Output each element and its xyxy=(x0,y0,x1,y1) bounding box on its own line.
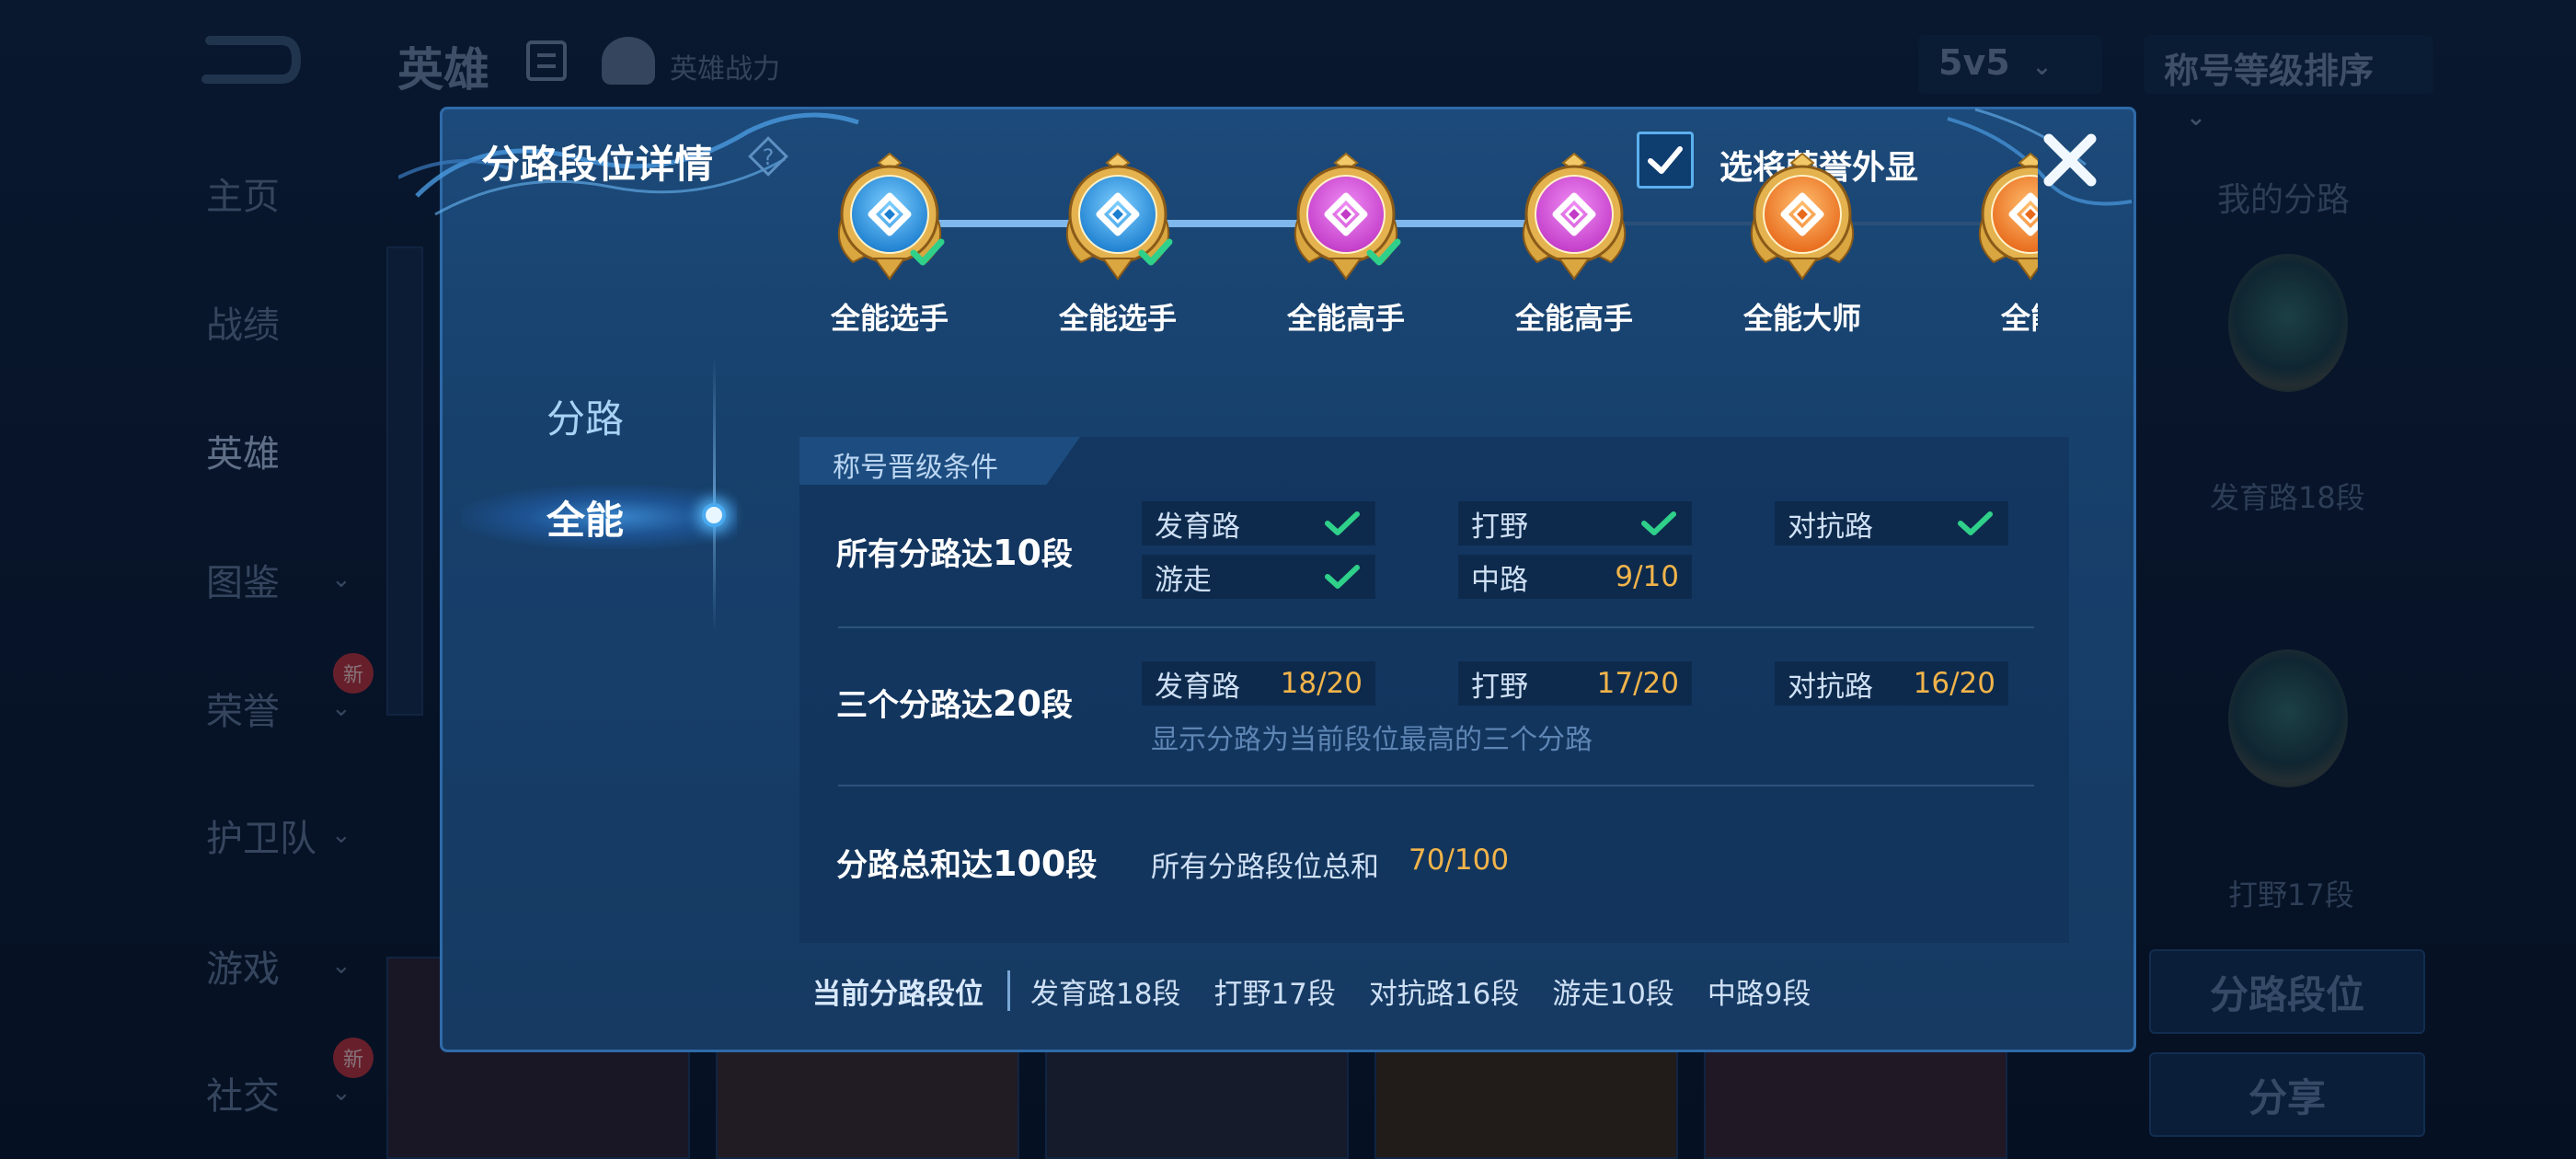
sum-progress: 70/100 xyxy=(1409,843,1510,877)
lane-requirement-adc: 发育路 18/20 xyxy=(1142,661,1375,706)
rank-badge[interactable]: 全能大师 xyxy=(1710,132,1894,343)
condition-title-text: 段 xyxy=(1065,847,1098,884)
lane-requirement-roam: 游走 xyxy=(1142,555,1375,599)
current-rank-item: 发育路18段 xyxy=(1030,977,1181,1011)
current-rank-item: 打野17段 xyxy=(1213,977,1336,1011)
rank-emblem-icon xyxy=(1522,152,1627,281)
requirement-label: 打野 xyxy=(1471,510,1528,544)
tab-all-round[interactable]: 全能 xyxy=(443,476,728,558)
rank-badge[interactable]: 全能 xyxy=(1938,132,2038,343)
condition-note: 显示分路为当前段位最高的三个分路 xyxy=(1151,724,1593,756)
conditions-header: 称号晋级条件 xyxy=(799,437,1080,485)
lane-requirement-jungle: 打野 17/20 xyxy=(1458,661,1692,706)
rank-name: 全能大师 xyxy=(1742,301,1861,336)
check-green-icon xyxy=(1958,511,1993,535)
promotion-conditions-panel: 称号晋级条件 所有分路达10段 发育路 打野 对抗路 游走 中路 9/10 三个… xyxy=(799,437,2069,943)
condition-title: 分路总和达100段 xyxy=(836,840,1097,885)
condition-title-text: 所有分路达 xyxy=(836,536,993,573)
rank-emblem-icon xyxy=(1065,152,1173,281)
rank-name: 全能高手 xyxy=(1514,301,1633,336)
tab-lane[interactable]: 分路 xyxy=(443,374,728,457)
requirement-label: 对抗路 xyxy=(1788,510,1873,544)
svg-text:?: ? xyxy=(763,144,775,170)
current-rank-item: 游走10段 xyxy=(1552,977,1674,1011)
rank-name: 全能选手 xyxy=(830,301,949,336)
requirement-progress: 16/20 xyxy=(1913,667,1995,700)
help-icon[interactable]: ? xyxy=(746,134,790,178)
condition-title: 所有分路达10段 xyxy=(836,529,1073,574)
lane-requirement-clash: 对抗路 xyxy=(1775,501,2008,545)
condition-title-text: 分路总和达 xyxy=(836,847,993,884)
requirement-label: 对抗路 xyxy=(1788,670,1873,704)
rank-name: 全能 xyxy=(2000,301,2038,336)
condition-title-text: 三个分路达 xyxy=(836,687,993,724)
requirement-label: 发育路 xyxy=(1155,510,1240,544)
rank-emblem-icon xyxy=(837,152,945,281)
dialog-title: 分路段位详情 xyxy=(481,142,714,187)
close-icon[interactable] xyxy=(2038,128,2102,192)
divider xyxy=(838,626,2034,628)
condition-title-number: 100 xyxy=(993,843,1066,884)
condition-title-number: 20 xyxy=(993,683,1041,724)
condition-title-text: 段 xyxy=(1041,687,1073,724)
lane-requirement-clash: 对抗路 16/20 xyxy=(1775,661,2008,706)
current-ranks-title: 当前分路段位 xyxy=(812,977,983,1011)
requirement-label: 中路 xyxy=(1471,563,1528,597)
lane-requirement-mid: 中路 9/10 xyxy=(1458,555,1692,599)
rank-name: 全能选手 xyxy=(1058,301,1177,336)
rank-badge[interactable]: 全能高手 xyxy=(1254,132,1438,343)
requirement-progress: 17/20 xyxy=(1596,667,1679,700)
category-tabs: 分路 全能 xyxy=(443,247,737,634)
rank-badge[interactable]: 全能高手 xyxy=(1482,132,1666,343)
current-rank-item: 对抗路16段 xyxy=(1368,977,1520,1011)
rank-emblem-icon xyxy=(1750,152,1855,281)
requirement-label: 打野 xyxy=(1471,670,1528,704)
lane-requirement-jungle: 打野 xyxy=(1458,501,1692,545)
check-green-icon xyxy=(1325,511,1360,535)
lane-rank-detail-dialog: 分路段位详情 ? 选将荣誉外显 分路 全能 全能选手 全能选手 全能高手 全能高手 全能… xyxy=(398,107,2136,1052)
current-rank-item: 中路9段 xyxy=(1707,977,1811,1011)
rank-progress-track[interactable]: 全能选手 全能选手 全能高手 全能高手 全能大师 全能 xyxy=(798,132,2038,343)
rank-emblem-icon xyxy=(1978,152,2038,281)
requirement-label: 游走 xyxy=(1155,563,1212,597)
sum-label: 所有分路段位总和 xyxy=(1151,851,1379,884)
lane-requirement-adc: 发育路 xyxy=(1142,501,1375,545)
check-green-icon xyxy=(1325,565,1360,589)
rank-badge[interactable]: 全能选手 xyxy=(1026,132,1210,343)
separator xyxy=(1007,970,1010,1011)
requirement-progress: 18/20 xyxy=(1280,667,1363,700)
rank-name: 全能高手 xyxy=(1286,301,1405,336)
requirement-progress: 9/10 xyxy=(1615,560,1679,593)
condition-title-text: 段 xyxy=(1041,536,1073,573)
rank-badge[interactable]: 全能选手 xyxy=(798,132,982,343)
condition-title-number: 10 xyxy=(993,533,1041,573)
rank-emblem-icon xyxy=(1294,152,1401,281)
active-tab-indicator xyxy=(702,503,726,527)
current-lane-ranks: 当前分路段位 发育路18段 打野17段 对抗路16段 游走10段 中路9段 xyxy=(799,954,2069,1027)
requirement-label: 发育路 xyxy=(1155,670,1240,704)
check-green-icon xyxy=(1641,511,1676,535)
divider xyxy=(838,785,2034,786)
condition-title: 三个分路达20段 xyxy=(836,680,1073,725)
